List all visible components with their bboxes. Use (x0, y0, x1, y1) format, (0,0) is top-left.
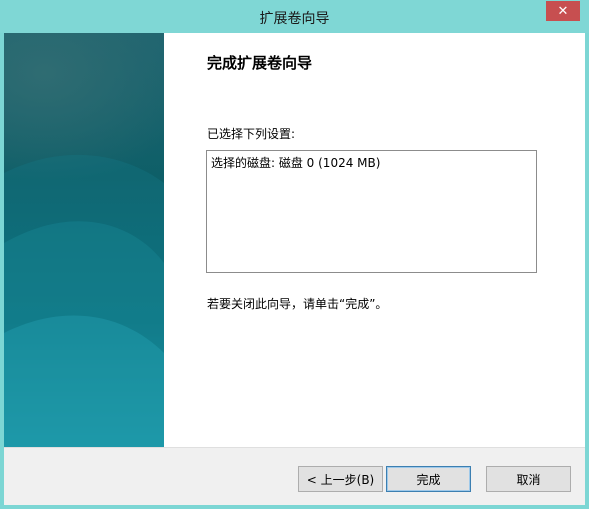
close-instruction: 若要关闭此向导，请单击“完成”。 (207, 297, 388, 311)
page-title: 完成扩展卷向导 (207, 54, 313, 72)
finish-button[interactable]: 完成 (386, 466, 471, 492)
wizard-window: 完成扩展卷向导 已选择下列设置: 选择的磁盘: 磁盘 0 (1024 MB) 若… (4, 33, 585, 505)
button-bar: < 上一步(B) 完成 取消 (4, 447, 585, 505)
selected-disk-text: 选择的磁盘: 磁盘 0 (1024 MB) (211, 156, 381, 170)
selection-label: 已选择下列设置: (207, 127, 296, 141)
back-button[interactable]: < 上一步(B) (298, 466, 383, 492)
close-icon: ✕ (557, 3, 569, 19)
wizard-side-banner (4, 33, 164, 447)
title-bar[interactable]: 扩展卷向导 ✕ (0, 0, 589, 33)
banner-swoosh-graphic (4, 154, 164, 447)
window-title: 扩展卷向导 (259, 11, 330, 27)
settings-summary-box[interactable]: 选择的磁盘: 磁盘 0 (1024 MB) (206, 150, 537, 273)
cancel-button[interactable]: 取消 (486, 466, 571, 492)
close-button[interactable]: ✕ (546, 1, 580, 21)
